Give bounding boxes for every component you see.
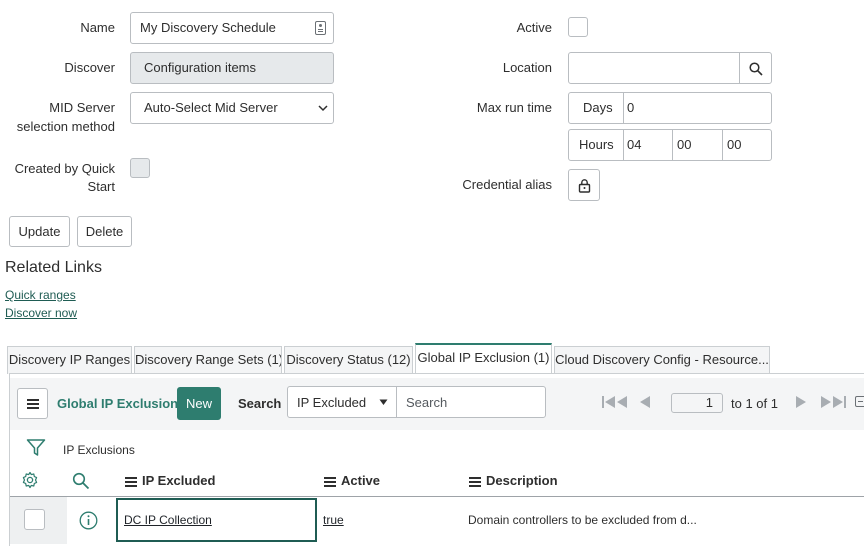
mid-server-label-line1: MID Server: [49, 100, 115, 115]
discover-now-link[interactable]: Discover now: [5, 306, 77, 320]
minutes-input-value: 00: [677, 137, 692, 152]
ip-excluded-link[interactable]: DC IP Collection: [124, 513, 212, 527]
name-field[interactable]: My Discovery Schedule: [130, 12, 334, 44]
hours-input-value: 04: [627, 137, 642, 152]
search-label: Search: [238, 396, 282, 411]
days-input[interactable]: 0: [623, 92, 772, 124]
search-icon: [749, 62, 763, 76]
filter-breadcrumb[interactable]: IP Exclusions: [63, 443, 135, 457]
location-lookup-button[interactable]: [739, 52, 772, 84]
seconds-input[interactable]: 00: [722, 129, 772, 161]
column-menu-icon[interactable]: [324, 476, 336, 487]
quick-ranges-link[interactable]: Quick ranges: [5, 288, 76, 302]
minutes-input[interactable]: 00: [672, 129, 723, 161]
last-page-icon[interactable]: [820, 396, 846, 408]
next-page-icon[interactable]: [795, 396, 807, 408]
list-search-placeholder: Search: [406, 395, 448, 410]
max-run-time-label: Max run time: [476, 100, 552, 115]
list-context-menu-button[interactable]: [17, 388, 48, 419]
tab-global-ip-exclusion[interactable]: Global IP Exclusion (1): [415, 343, 552, 373]
lock-icon: [578, 179, 591, 193]
first-page-icon[interactable]: [602, 396, 628, 408]
row-checkbox[interactable]: [24, 509, 45, 530]
column-header-active[interactable]: Active: [324, 473, 380, 488]
seconds-input-value: 00: [727, 137, 742, 152]
days-label: Days: [583, 100, 613, 115]
credential-alias-lock-button[interactable]: [568, 169, 600, 201]
new-button[interactable]: New: [177, 387, 221, 420]
tab-cloud-discovery-config[interactable]: Cloud Discovery Config - Resource...: [554, 346, 770, 374]
credential-alias-label: Credential alias: [462, 177, 552, 192]
discover-label: Discover: [64, 60, 115, 75]
chevron-down-icon: [318, 105, 328, 112]
active-value-link[interactable]: true: [323, 513, 344, 527]
active-label: Active: [516, 20, 552, 35]
quick-start-checkbox: [130, 158, 150, 178]
tab-discovery-status[interactable]: Discovery Status (12): [284, 346, 413, 374]
discover-field-value: Configuration items: [144, 60, 256, 75]
collapse-icon[interactable]: [855, 396, 864, 407]
caret-down-icon: [379, 399, 388, 405]
delete-button[interactable]: Delete: [77, 216, 132, 247]
column-label: IP Excluded: [142, 473, 216, 488]
column-label: Description: [486, 473, 558, 488]
column-header-description[interactable]: Description: [469, 473, 558, 488]
column-menu-icon[interactable]: [469, 476, 481, 487]
search-field-select[interactable]: IP Excluded: [287, 386, 397, 418]
hamburger-icon: [27, 399, 39, 409]
column-header-ip-excluded[interactable]: IP Excluded: [125, 473, 215, 488]
days-input-value: 0: [627, 100, 635, 115]
page-number-input[interactable]: 1: [671, 393, 723, 413]
column-search-icon[interactable]: [72, 472, 90, 490]
active-checkbox[interactable]: [568, 17, 588, 37]
tab-discovery-ip-ranges[interactable]: Discovery IP Ranges: [7, 346, 132, 374]
previous-page-icon[interactable]: [639, 396, 651, 408]
discover-field: Configuration items: [130, 52, 334, 84]
name-label: Name: [80, 20, 115, 35]
tab-discovery-range-sets[interactable]: Discovery Range Sets (1): [134, 346, 282, 374]
column-menu-icon[interactable]: [125, 476, 137, 487]
page-number-value: 1: [705, 395, 713, 410]
mid-server-select[interactable]: Auto-Select Mid Server: [130, 92, 334, 124]
hours-label: Hours: [579, 137, 614, 152]
quick-start-label-line1: Created by Quick: [14, 161, 115, 176]
table-row: DC IP Collection true Domain controllers…: [10, 497, 864, 546]
contact-card-icon[interactable]: [315, 21, 326, 35]
location-label: Location: [502, 60, 552, 75]
filter-icon[interactable]: [26, 438, 46, 458]
hours-label-box: Hours: [568, 129, 624, 161]
info-icon[interactable]: [79, 511, 98, 530]
hours-input[interactable]: 04: [623, 129, 673, 161]
description-cell: Domain controllers to be excluded from d…: [468, 513, 697, 527]
list-title: Global IP Exclusion: [57, 396, 179, 411]
location-input[interactable]: [568, 52, 740, 84]
related-links-heading: Related Links: [5, 259, 102, 276]
mid-server-label-line2: selection method: [16, 119, 115, 134]
name-field-value: My Discovery Schedule: [140, 20, 276, 35]
update-button[interactable]: Update: [9, 216, 70, 247]
ip-excluded-cell: DC IP Collection: [116, 498, 317, 542]
search-field-select-value: IP Excluded: [297, 395, 367, 410]
column-label: Active: [341, 473, 381, 488]
days-label-box: Days: [568, 92, 624, 124]
gear-icon[interactable]: [21, 471, 39, 489]
page-range-text: to 1 of 1: [731, 396, 778, 411]
list-search-input[interactable]: Search: [396, 386, 546, 418]
quick-start-label-line2: Start: [87, 179, 115, 194]
mid-server-select-value: Auto-Select Mid Server: [144, 100, 278, 115]
